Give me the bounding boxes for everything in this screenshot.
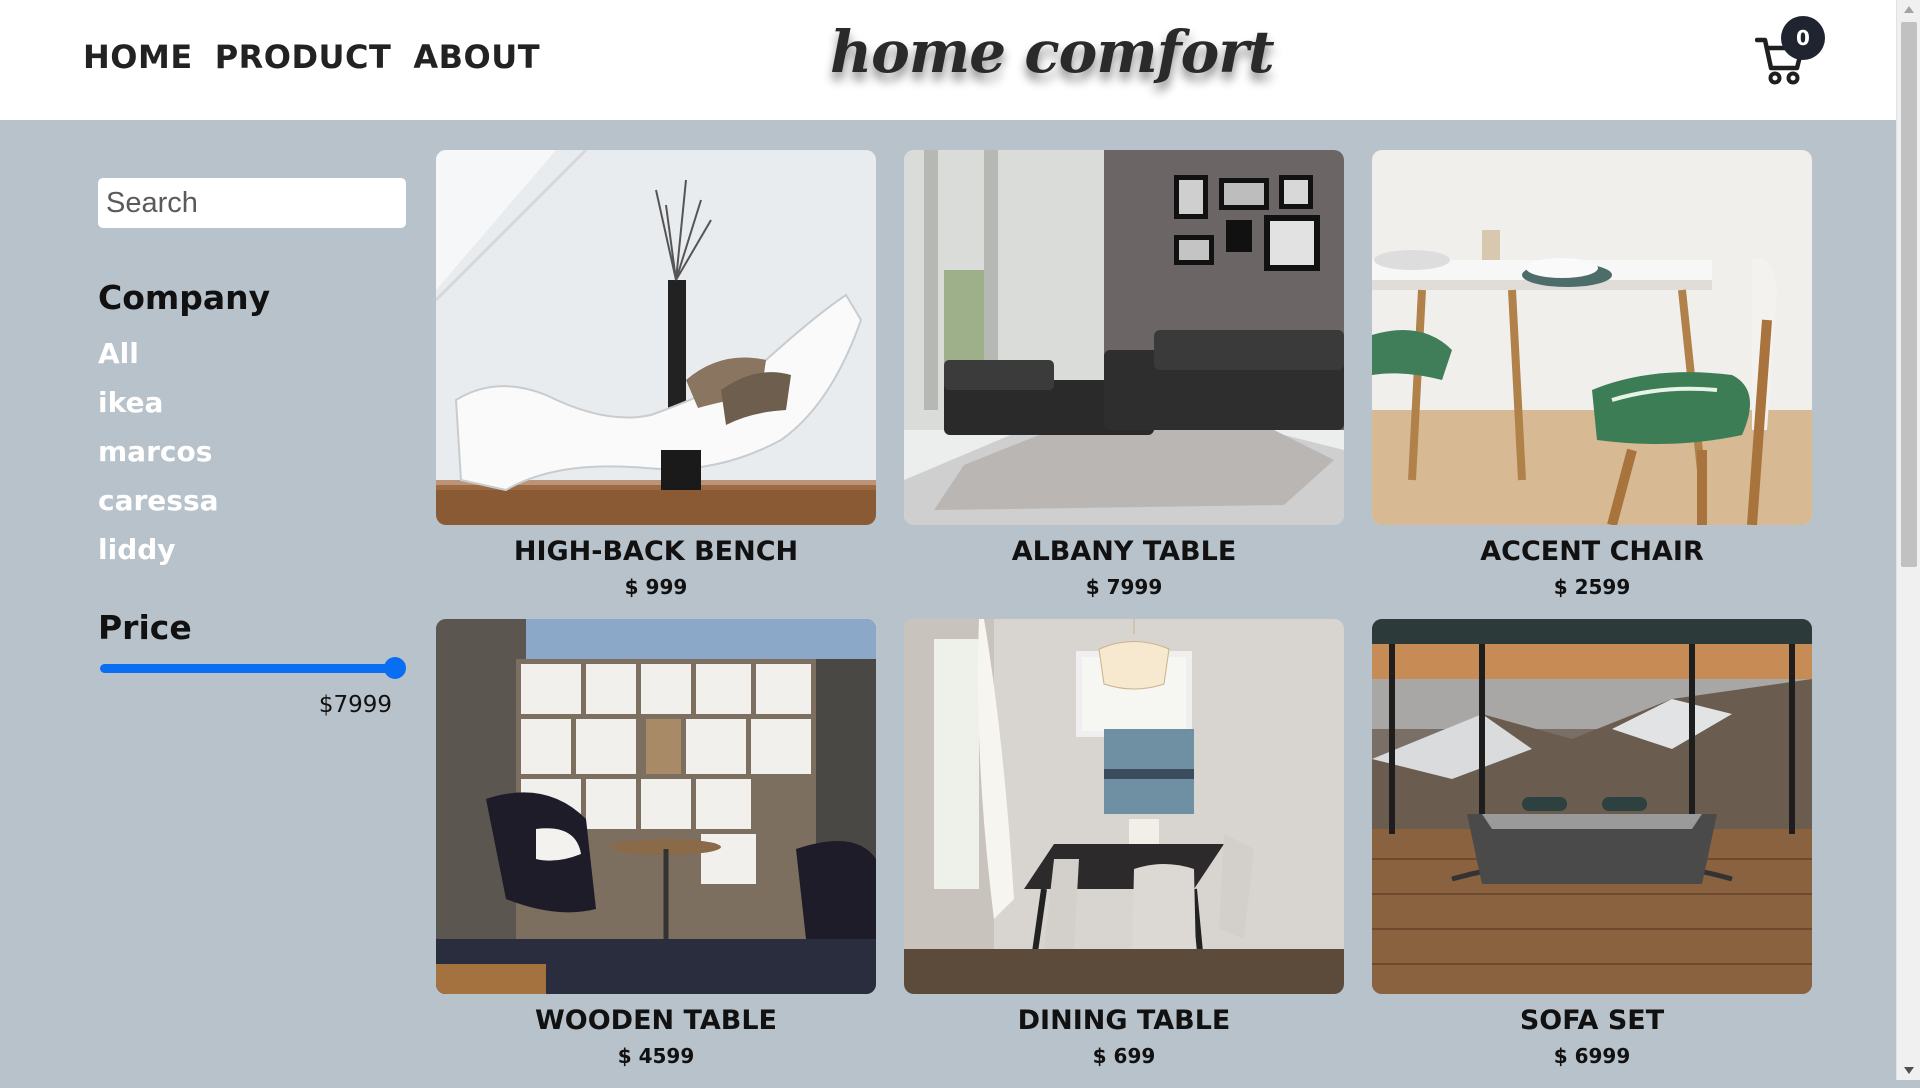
- cart-count-badge: 0: [1781, 16, 1825, 60]
- product-image-high-back-bench[interactable]: [436, 150, 876, 525]
- site-logo[interactable]: home comfort: [830, 18, 1275, 86]
- product-price: $ 999: [624, 575, 688, 599]
- price-filter-title: Price: [98, 608, 192, 647]
- product-price: $ 699: [1092, 1044, 1156, 1068]
- company-filter-title: Company: [98, 278, 271, 317]
- product-name: HIGH-BACK BENCH: [513, 536, 799, 567]
- product-image-albany-table[interactable]: [904, 150, 1344, 525]
- filter-sidebar: Company All ikea marcos caressa liddy Pr…: [98, 178, 408, 718]
- search-input[interactable]: [98, 178, 406, 228]
- product-card[interactable]: DINING TABLE $ 699: [904, 619, 1344, 1088]
- product-name: SOFA SET: [1519, 1005, 1665, 1036]
- product-card[interactable]: SOFA SET $ 6999: [1372, 619, 1812, 1088]
- nav-about-link[interactable]: ABOUT: [413, 38, 540, 76]
- company-option-caressa[interactable]: caressa: [98, 481, 219, 530]
- page-scrollbar[interactable]: [1896, 0, 1920, 1080]
- company-filter-list: All ikea marcos caressa liddy: [98, 334, 219, 579]
- product-card[interactable]: ACCENT CHAIR $ 2599: [1372, 150, 1812, 619]
- product-name: DINING TABLE: [1017, 1005, 1231, 1036]
- price-slider-track[interactable]: [100, 664, 395, 673]
- product-price: $ 4599: [617, 1044, 695, 1068]
- scroll-up-arrow-icon[interactable]: [1904, 6, 1914, 13]
- product-card[interactable]: HIGH-BACK BENCH $ 999: [436, 150, 876, 619]
- product-price: $ 6999: [1553, 1044, 1631, 1068]
- company-option-liddy[interactable]: liddy: [98, 530, 219, 579]
- price-slider[interactable]: [100, 656, 406, 680]
- company-option-marcos[interactable]: marcos: [98, 432, 219, 481]
- main-nav: HOME PRODUCT ABOUT: [83, 38, 540, 76]
- company-option-ikea[interactable]: ikea: [98, 383, 219, 432]
- product-card[interactable]: ALBANY TABLE $ 7999: [904, 150, 1344, 619]
- nav-home-link[interactable]: HOME: [83, 38, 193, 76]
- product-grid: HIGH-BACK BENCH $ 999 ALBANY TABLE $ 799…: [436, 150, 1812, 1088]
- cart-button[interactable]: 0: [1755, 16, 1825, 90]
- product-image-dining-table[interactable]: [904, 619, 1344, 994]
- nav-product-link[interactable]: PRODUCT: [215, 38, 392, 76]
- product-card[interactable]: WOODEN TABLE $ 4599: [436, 619, 876, 1088]
- scroll-thumb[interactable]: [1901, 22, 1917, 567]
- product-price: $ 7999: [1085, 575, 1163, 599]
- product-name: ACCENT CHAIR: [1480, 536, 1704, 567]
- product-image-wooden-table[interactable]: [436, 619, 876, 994]
- price-value: $7999: [318, 692, 392, 718]
- product-image-accent-chair[interactable]: [1372, 150, 1812, 525]
- product-name: WOODEN TABLE: [535, 1005, 777, 1036]
- product-price: $ 2599: [1553, 575, 1631, 599]
- price-slider-thumb[interactable]: [384, 657, 406, 679]
- product-image-sofa-set[interactable]: [1372, 619, 1812, 994]
- company-option-all[interactable]: All: [98, 334, 219, 383]
- product-name: ALBANY TABLE: [1011, 536, 1237, 567]
- scroll-down-arrow-icon[interactable]: [1904, 1067, 1914, 1074]
- site-header: HOME PRODUCT ABOUT home comfort 0: [0, 0, 1896, 120]
